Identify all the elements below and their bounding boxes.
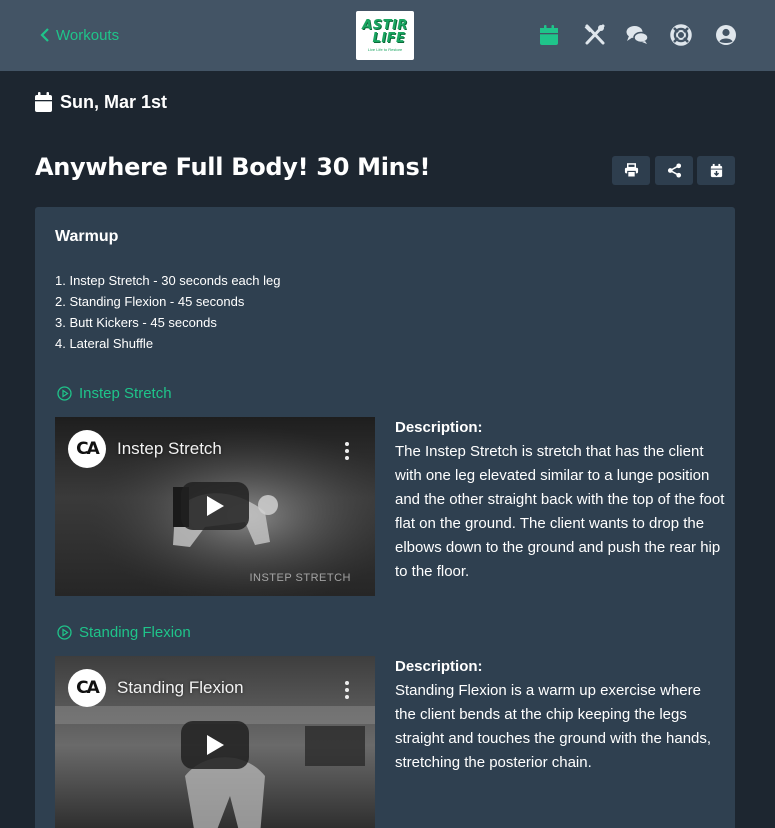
- video-player-standing-flexion[interactable]: CA Standing Flexion: [55, 656, 375, 828]
- exercise-link-instep-stretch[interactable]: Instep Stretch: [57, 385, 172, 402]
- astir-life-logo[interactable]: ASTIR LIFE Live Life to Restore: [356, 11, 414, 60]
- description-label: Description:: [395, 419, 483, 436]
- page-title: Anywhere Full Body! 30 Mins!: [35, 153, 431, 181]
- workout-card: Warmup 1. Instep Stretch - 30 seconds ea…: [35, 207, 735, 828]
- print-icon: [624, 163, 638, 178]
- chevron-left-icon: [40, 28, 49, 42]
- description-label: Description:: [395, 658, 483, 675]
- date-text: Sun, Mar 1st: [60, 91, 168, 112]
- video-title[interactable]: Instep Stretch: [117, 439, 222, 459]
- utensils-icon[interactable]: [583, 23, 607, 47]
- calendar-icon[interactable]: [537, 23, 561, 47]
- share-icon: [667, 163, 681, 178]
- list-item: 2. Standing Flexion - 45 seconds: [55, 294, 245, 309]
- play-button[interactable]: [181, 721, 249, 769]
- play-icon: [207, 496, 224, 516]
- workout-date: Sun, Mar 1st: [35, 91, 167, 113]
- play-icon: [207, 735, 224, 755]
- video-caption: INSTEP STRETCH: [249, 572, 351, 584]
- play-circle-icon: [57, 386, 72, 401]
- warmup-steps: 1. Instep Stretch - 30 seconds each leg …: [55, 270, 280, 354]
- calendar-icon: [35, 92, 52, 112]
- list-item: 3. Butt Kickers - 45 seconds: [55, 315, 217, 330]
- list-item: 1. Instep Stretch - 30 seconds each leg: [55, 273, 281, 288]
- lifebuoy-icon[interactable]: [669, 23, 693, 47]
- share-button[interactable]: [655, 156, 693, 185]
- play-circle-icon: [57, 625, 72, 640]
- section-title: Warmup: [55, 228, 119, 245]
- more-vertical-icon[interactable]: [345, 442, 349, 460]
- print-button[interactable]: [612, 156, 650, 185]
- description-text: The Instep Stretch is stretch that has t…: [395, 443, 725, 580]
- back-link-label: Workouts: [56, 26, 120, 44]
- exercise-name: Instep Stretch: [79, 385, 172, 402]
- exercise-description: Description: Standing Flexion is a warm …: [395, 655, 725, 775]
- add-to-calendar-button[interactable]: [697, 156, 735, 185]
- description-text: Standing Flexion is a warm up exercise w…: [395, 682, 712, 771]
- more-vertical-icon[interactable]: [345, 681, 349, 699]
- play-button[interactable]: [181, 482, 249, 530]
- exercise-name: Standing Flexion: [79, 624, 191, 641]
- user-circle-icon[interactable]: [714, 23, 738, 47]
- logo-tagline: Live Life to Restore: [367, 47, 403, 52]
- top-navbar: Workouts ASTIR LIFE Live Life to Restore: [0, 0, 775, 71]
- video-title[interactable]: Standing Flexion: [117, 678, 244, 698]
- list-item: 4. Lateral Shuffle: [55, 336, 154, 351]
- calendar-plus-icon: [710, 163, 722, 178]
- back-to-workouts-link[interactable]: Workouts: [40, 25, 119, 45]
- logo-word-2: LIFE: [372, 31, 406, 46]
- video-player-instep-stretch[interactable]: CA Instep Stretch INSTEP STRETCH: [55, 417, 375, 596]
- channel-logo[interactable]: CA: [68, 430, 106, 468]
- exercise-link-standing-flexion[interactable]: Standing Flexion: [57, 624, 191, 641]
- exercise-description: Description: The Instep Stretch is stret…: [395, 416, 725, 584]
- channel-logo[interactable]: CA: [68, 669, 106, 707]
- chat-icon[interactable]: [625, 23, 649, 47]
